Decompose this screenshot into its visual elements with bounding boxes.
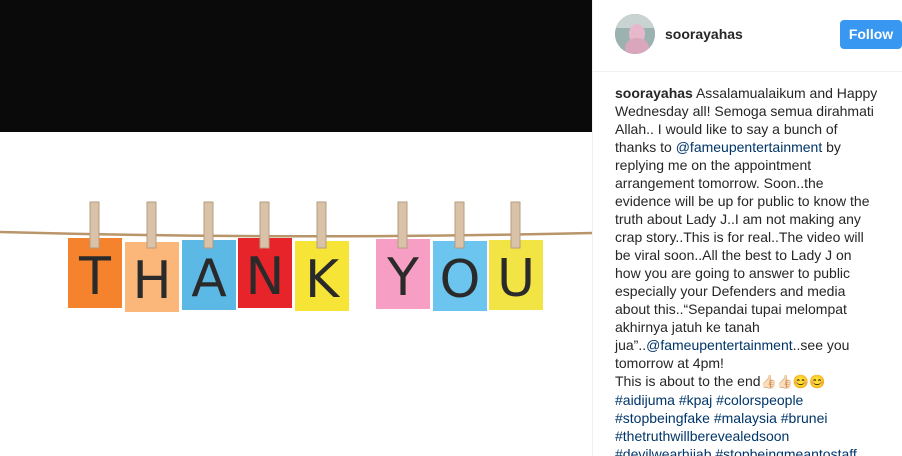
card-letter: H (132, 251, 171, 311)
caption-text: This is about to the end (615, 373, 761, 389)
post-username[interactable]: soorayahas (665, 26, 743, 42)
card-letter: K (305, 250, 341, 310)
mention-link[interactable]: @fameupentertainment (676, 139, 823, 155)
caption-text: tomorrow at 4pm! (615, 355, 724, 371)
card-letter: Y (386, 248, 419, 308)
post-side-panel: soorayahas Follow soorayahas Assalamuala… (593, 0, 902, 456)
clothespin (316, 201, 327, 249)
caption-text: Allah.. I would like to say a bunch of (615, 121, 838, 137)
caption-text: especially your Defenders and media (615, 283, 846, 299)
hashtag-link[interactable]: #thetruthwillberevealedsoon (615, 428, 789, 444)
caption-text: by (826, 139, 841, 155)
caption-text: truth about Lady J..I am not making any (615, 211, 861, 227)
card-letter: U (497, 249, 535, 309)
caption-text: about this..“Sepandai tupai melompat (615, 301, 847, 317)
caption-text: replying me on the appointment (615, 157, 812, 173)
image-black-band (0, 0, 592, 132)
clothespin (510, 201, 521, 249)
post-header: soorayahas Follow (593, 0, 902, 72)
caption-text: be viral soon..All the best to Lady J on (615, 247, 852, 263)
clothespin (397, 201, 408, 249)
thank-you-illustration: THANKYOU (0, 201, 592, 312)
caption-text: crap story..This is for real..The video … (615, 229, 864, 245)
clothespin (259, 201, 270, 249)
caption-text: evidence will be up for public to know t… (615, 193, 870, 209)
caption-text: arrangement tomorrow. Soon..the (615, 175, 824, 191)
clothespin (146, 201, 157, 249)
caption-text: ..see you (792, 337, 850, 353)
caption-username[interactable]: soorayahas (615, 85, 693, 101)
card-letter: O (440, 250, 481, 310)
hashtag-link[interactable]: #aidijuma #kpaj #colorspeople (615, 392, 803, 408)
caption-text: jua”.. (615, 337, 647, 353)
mention-link[interactable]: @fameupentertainment (646, 337, 793, 353)
avatar[interactable] (615, 14, 655, 54)
clothespin (454, 201, 465, 249)
hashtag-link[interactable]: #stopbeingfake #malaysia #brunei (615, 410, 827, 426)
caption-text: Assalamualaikum and Happy (695, 85, 878, 101)
hashtag-link[interactable]: #devilwearhijab #stopbeingmeantostaff (615, 446, 857, 456)
clothespin (203, 201, 214, 249)
caption-text: how you are going to answer to public (615, 265, 851, 281)
emoji: 👍🏻👍🏻😊😊 (760, 374, 826, 389)
post-image: THANKYOU (0, 0, 592, 456)
card-letter: N (246, 247, 285, 307)
card-letter: A (191, 249, 227, 309)
caption-text: akhirnya jatuh ke tanah (615, 319, 760, 335)
follow-button[interactable]: Follow (840, 20, 902, 49)
caption-text: Wednesday all! Semoga semua dirahmati (615, 103, 874, 119)
post-caption: soorayahas Assalamualaikum and Happy Wed… (615, 84, 895, 456)
clothespin (89, 201, 100, 249)
card-letter: T (78, 247, 111, 307)
caption-text: thanks to (615, 139, 672, 155)
